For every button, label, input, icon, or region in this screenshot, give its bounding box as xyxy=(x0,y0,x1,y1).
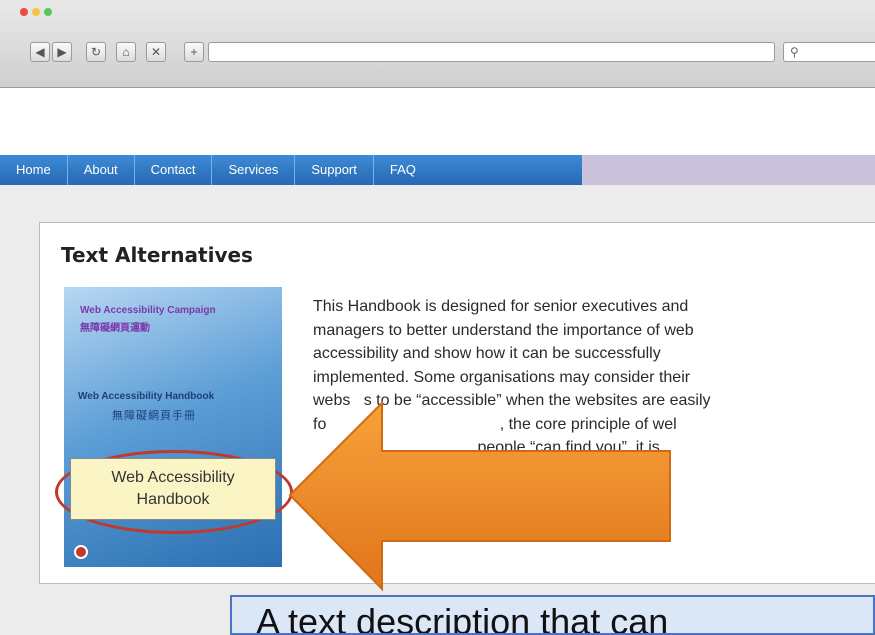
nav-faq[interactable]: FAQ xyxy=(374,155,432,185)
nav-about[interactable]: About xyxy=(68,155,135,185)
zoom-window-icon[interactable] xyxy=(44,8,52,16)
caption-text: A text description that can xyxy=(256,601,669,635)
home-icon[interactable]: ⌂ xyxy=(116,42,136,62)
new-tab-icon[interactable]: + xyxy=(184,42,204,62)
nav-home[interactable]: Home xyxy=(0,155,68,185)
window-controls xyxy=(20,8,52,16)
nav-contact[interactable]: Contact xyxy=(135,155,213,185)
search-icon: ⚲ xyxy=(790,45,799,59)
body-line: accessibility and show how it can be suc… xyxy=(313,345,661,362)
nav-support[interactable]: Support xyxy=(295,155,374,185)
cover-handbook-title: Web Accessibility Handbook xyxy=(78,391,215,402)
pointer-arrow-icon xyxy=(288,400,671,592)
cover-campaign-title-chinese: 無障礙網頁運動 xyxy=(80,323,150,334)
section-title: Text Alternatives xyxy=(61,243,253,267)
tooltip-line-2: Handbook xyxy=(136,491,210,508)
site-navigation: Home About Contact Services Support FAQ xyxy=(0,155,875,185)
browser-toolbar: ◀ ▶ ↻ ⌂ ✕ + ⚲ xyxy=(0,0,875,88)
emblem-icon xyxy=(74,545,88,559)
cover-handbook-title-chinese: 無障礙網頁手冊 xyxy=(112,410,196,422)
body-line: managers to better understand the import… xyxy=(313,321,694,339)
back-icon[interactable]: ◀ xyxy=(30,42,50,62)
caption-banner: A text description that can xyxy=(230,595,875,635)
nav-services[interactable]: Services xyxy=(212,155,296,185)
minimize-window-icon[interactable] xyxy=(32,8,40,16)
stop-icon[interactable]: ✕ xyxy=(146,42,166,62)
reload-icon[interactable]: ↻ xyxy=(86,42,106,62)
body-line: implemented. Some organisations may cons… xyxy=(313,368,691,386)
tooltip-line-1: Web Accessibility xyxy=(111,469,235,486)
close-window-icon[interactable] xyxy=(20,8,28,16)
forward-icon[interactable]: ▶ xyxy=(52,42,72,62)
alt-text-tooltip: Web Accessibility Handbook xyxy=(70,458,276,520)
cover-campaign-title: Web Accessibility Campaign xyxy=(80,305,216,316)
address-bar[interactable] xyxy=(208,42,775,62)
body-line: This Handbook is designed for senior exe… xyxy=(313,298,689,315)
search-field[interactable]: ⚲ xyxy=(783,42,875,62)
nav-bar: Home About Contact Services Support FAQ xyxy=(0,155,582,185)
